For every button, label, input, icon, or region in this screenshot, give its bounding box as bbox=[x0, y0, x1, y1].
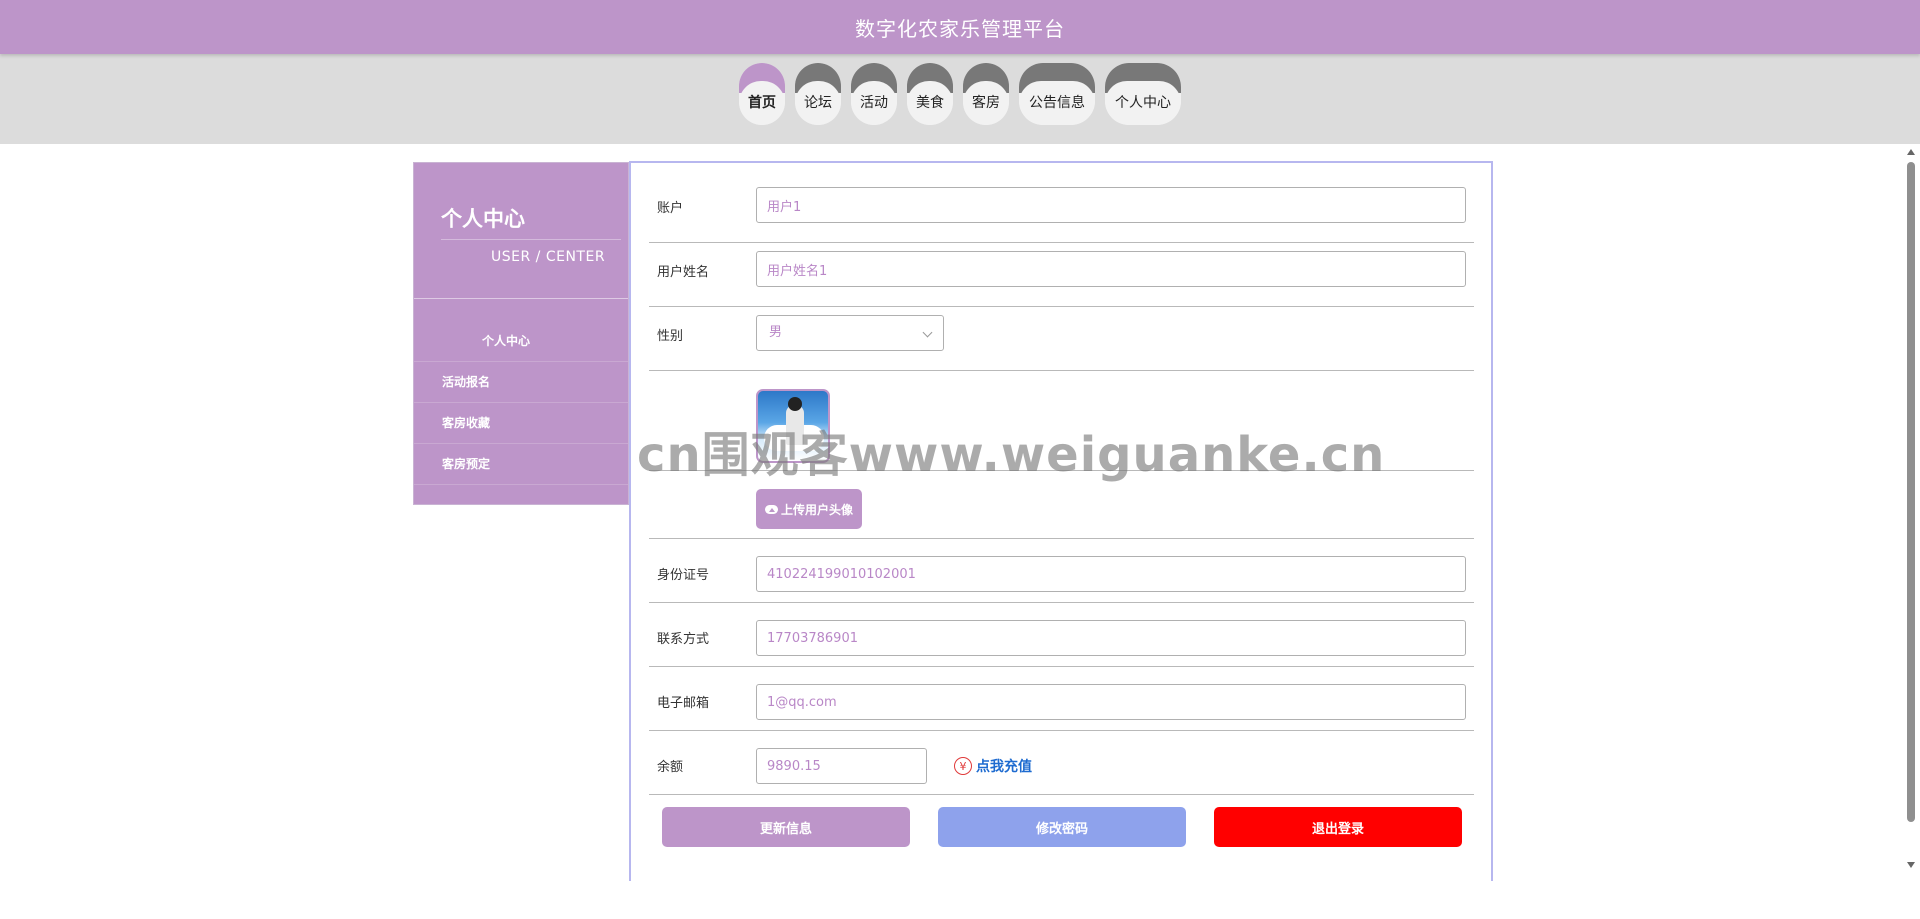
logout-button[interactable]: 退出登录 bbox=[1214, 807, 1462, 847]
nav-tab-food[interactable]: 美食 bbox=[907, 63, 953, 125]
account-input[interactable] bbox=[756, 187, 1466, 223]
name-label: 用户姓名 bbox=[657, 265, 710, 280]
upload-avatar-label: 上传用户头像 bbox=[780, 502, 853, 517]
form-row-avatar bbox=[649, 371, 1474, 471]
user-center-sidebar: 个人中心 USER / CENTER 个人中心 活动报名 客房收藏 客房预定 bbox=[413, 162, 629, 505]
gender-select[interactable]: 男 bbox=[756, 315, 944, 351]
nav-tab-activity[interactable]: 活动 bbox=[851, 63, 897, 125]
recharge-link[interactable]: ¥ 点我充值 bbox=[954, 756, 1032, 776]
sidebar-title: 个人中心 bbox=[441, 207, 525, 231]
scroll-up-icon[interactable] bbox=[1907, 149, 1915, 155]
email-label: 电子邮箱 bbox=[657, 696, 710, 711]
idcard-input[interactable] bbox=[756, 556, 1466, 592]
account-label: 账户 bbox=[657, 201, 684, 216]
scrollbar-thumb[interactable] bbox=[1907, 162, 1915, 822]
sidebar-item-room-favorites[interactable]: 客房收藏 bbox=[414, 403, 628, 444]
nav-tab-home[interactable]: 首页 bbox=[739, 63, 785, 125]
user-avatar bbox=[756, 389, 830, 463]
nav-tab-user-center[interactable]: 个人中心 bbox=[1105, 63, 1181, 125]
form-row-idcard: 身份证号 bbox=[649, 539, 1474, 603]
form-row-name: 用户姓名 bbox=[649, 243, 1474, 307]
nav-tab-rooms[interactable]: 客房 bbox=[963, 63, 1009, 125]
form-row-account: 账户 bbox=[649, 187, 1474, 243]
balance-label: 余额 bbox=[657, 760, 684, 775]
sidebar-item-activity-signup[interactable]: 活动报名 bbox=[414, 362, 628, 403]
chevron-down-icon bbox=[922, 327, 933, 338]
sidebar-title-divider bbox=[441, 239, 621, 240]
page-title: 数字化农家乐管理平台 bbox=[855, 16, 1065, 41]
form-row-upload: 上传用户头像 bbox=[649, 471, 1474, 539]
profile-form-panel: 账户 用户姓名 性别 男 上传用户头像 身份证号 联系方式 电子邮箱 bbox=[629, 161, 1493, 881]
nav-tab-notices[interactable]: 公告信息 bbox=[1019, 63, 1095, 125]
idcard-label: 身份证号 bbox=[657, 568, 710, 583]
main-nav: 首页 论坛 活动 美食 客房 公告信息 个人中心 bbox=[0, 63, 1920, 125]
yen-coin-icon: ¥ bbox=[954, 757, 972, 775]
email-input[interactable] bbox=[756, 684, 1466, 720]
sidebar-item-room-booking[interactable]: 客房预定 bbox=[414, 444, 628, 485]
upload-cloud-icon bbox=[764, 504, 778, 514]
gender-selected-value: 男 bbox=[769, 325, 783, 340]
update-info-button[interactable]: 更新信息 bbox=[662, 807, 910, 847]
recharge-label: 点我充值 bbox=[976, 759, 1032, 775]
form-row-email: 电子邮箱 bbox=[649, 667, 1474, 731]
form-row-balance: 余额 ¥ 点我充值 bbox=[649, 731, 1474, 795]
name-input[interactable] bbox=[756, 251, 1466, 287]
nav-tab-forum[interactable]: 论坛 bbox=[795, 63, 841, 125]
sidebar-divider bbox=[414, 298, 628, 299]
page-scrollbar[interactable] bbox=[1902, 144, 1920, 870]
top-header: 数字化农家乐管理平台 bbox=[0, 0, 1920, 54]
scroll-down-icon[interactable] bbox=[1907, 862, 1915, 868]
phone-input[interactable] bbox=[756, 620, 1466, 656]
phone-label: 联系方式 bbox=[657, 632, 710, 647]
sidebar-item-user-center[interactable]: 个人中心 bbox=[414, 321, 628, 362]
form-row-gender: 性别 男 bbox=[649, 307, 1474, 371]
form-row-phone: 联系方式 bbox=[649, 603, 1474, 667]
sidebar-menu: 个人中心 活动报名 客房收藏 客房预定 bbox=[414, 321, 628, 485]
sidebar-subtitle: USER / CENTER bbox=[491, 249, 606, 265]
balance-input[interactable] bbox=[756, 748, 927, 784]
gender-label: 性别 bbox=[657, 329, 684, 344]
upload-avatar-button[interactable]: 上传用户头像 bbox=[756, 489, 862, 529]
change-password-button[interactable]: 修改密码 bbox=[938, 807, 1186, 847]
